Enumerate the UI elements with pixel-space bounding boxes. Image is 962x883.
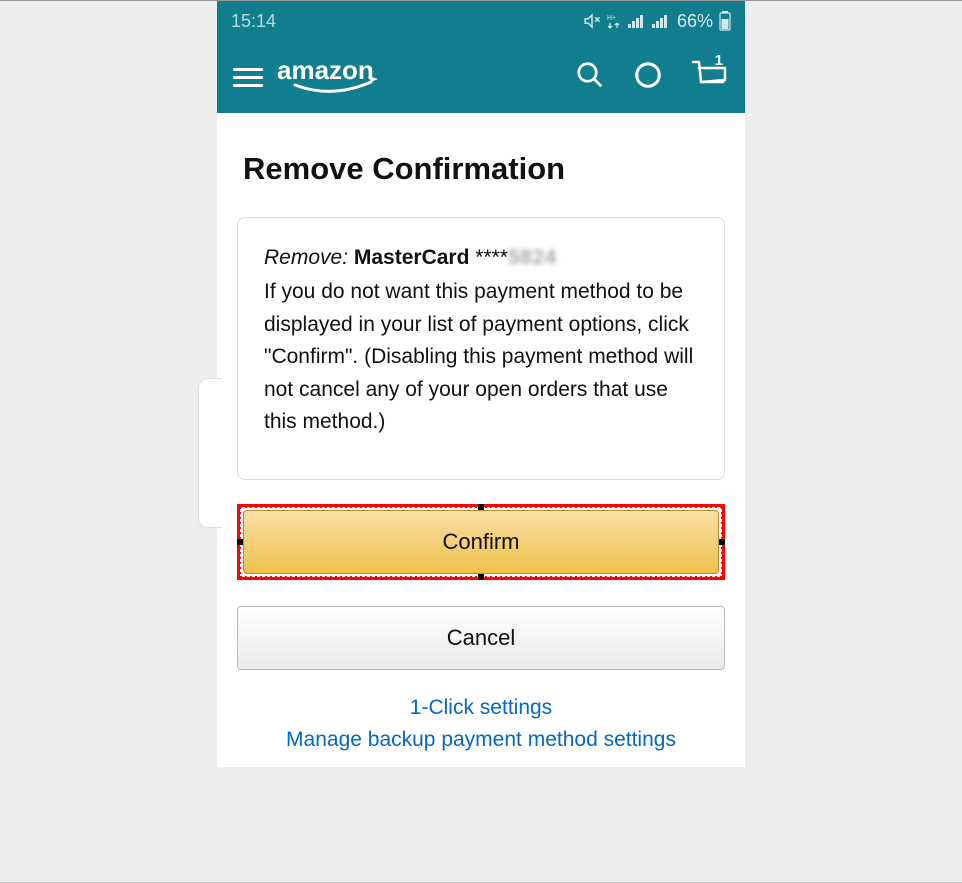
side-tab <box>198 378 222 528</box>
menu-button[interactable] <box>233 68 263 87</box>
signal-icon-1 <box>627 13 645 29</box>
cart-icon <box>691 58 729 92</box>
data-icon: H+ <box>607 13 621 29</box>
page-title: Remove Confirmation <box>243 151 725 187</box>
screenshot-frame: 15:14 H+ 66% amazon <box>0 0 962 883</box>
signal-icon-2 <box>651 13 669 29</box>
cancel-button[interactable]: Cancel <box>237 606 725 670</box>
amazon-logo[interactable]: amazon <box>277 57 407 97</box>
status-icons: H+ 66% <box>583 11 731 32</box>
nav-bar: amazon 1 <box>217 41 745 113</box>
confirmation-card: Remove: MasterCard ****5824 If you do no… <box>237 217 725 480</box>
main-content: Remove Confirmation Remove: MasterCard *… <box>217 113 745 767</box>
description-text: If you do not want this payment method t… <box>264 276 698 439</box>
confirm-button[interactable]: Confirm <box>243 510 719 574</box>
manage-backup-link[interactable]: Manage backup payment method settings <box>237 724 725 757</box>
svg-text:amazon: amazon <box>277 57 374 85</box>
battery-icon <box>719 11 731 31</box>
mask-prefix: **** <box>475 246 508 269</box>
footer-links: 1-Click settings Manage backup payment m… <box>237 692 725 757</box>
svg-text:H+: H+ <box>607 15 616 22</box>
mute-icon <box>583 12 601 30</box>
remove-label: Remove: <box>264 246 348 269</box>
confirm-highlight: Confirm <box>237 504 725 580</box>
status-time: 15:14 <box>231 11 276 32</box>
battery-percent: 66% <box>677 11 713 32</box>
cart-button[interactable]: 1 <box>691 58 729 97</box>
search-button[interactable] <box>575 60 605 95</box>
card-type: MasterCard <box>354 246 470 269</box>
circle-icon <box>633 60 663 90</box>
remove-line: Remove: MasterCard ****5824 <box>264 246 698 270</box>
cart-count: 1 <box>715 52 723 69</box>
one-click-settings-link[interactable]: 1-Click settings <box>237 692 725 725</box>
search-icon <box>575 60 605 90</box>
alexa-button[interactable] <box>633 60 663 95</box>
status-bar: 15:14 H+ 66% <box>217 1 745 41</box>
phone-screen: 15:14 H+ 66% amazon <box>217 1 745 767</box>
masked-digits: 5824 <box>508 246 557 269</box>
